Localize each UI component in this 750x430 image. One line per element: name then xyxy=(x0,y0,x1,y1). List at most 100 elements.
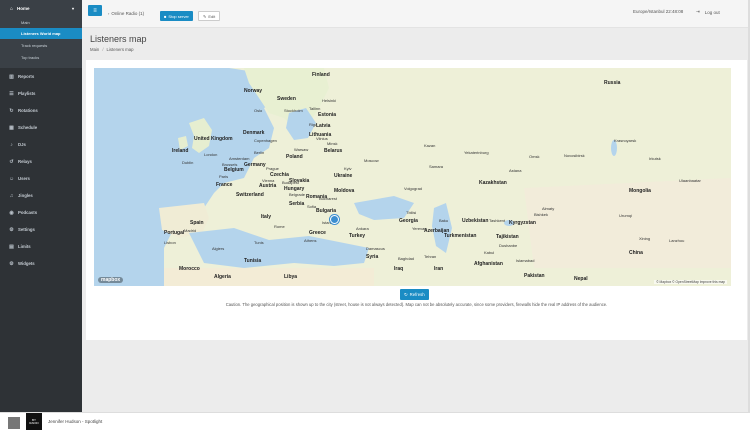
stop-icon: ■ xyxy=(164,13,167,19)
sidebar: ⌂ Home ▾ Main Listeners World map Track … xyxy=(0,0,82,412)
map-label: Libya xyxy=(284,274,298,280)
map-city: Yekaterinburg xyxy=(464,150,489,155)
refresh-label: Refresh xyxy=(409,292,425,297)
now-playing-track: Jennifer Hudson - Spotlight xyxy=(48,419,103,424)
mapbox-logo[interactable]: mapbox xyxy=(98,277,124,283)
edit-label: Edit xyxy=(208,13,216,19)
map-city: Paris xyxy=(219,174,229,179)
map-label: Denmark xyxy=(243,130,265,136)
map-label: Uzbekistan xyxy=(462,218,489,224)
map-label: Bulgaria xyxy=(316,208,337,214)
map-city: Oslo xyxy=(254,108,263,113)
chevron-right-icon: › xyxy=(108,11,110,16)
map-city: Bishkek xyxy=(534,212,549,217)
map-label: United Kingdom xyxy=(194,136,233,142)
radio-selector[interactable]: › Online Radio (1) xyxy=(108,11,144,16)
sidebar-item-djs[interactable]: ♪ DJs xyxy=(0,137,82,152)
map-city: Bucharest xyxy=(319,196,338,201)
map-label: Russia xyxy=(604,80,621,86)
sidebar-item-playlists[interactable]: ☰ Playlists xyxy=(0,86,82,101)
map-label: Mongolia xyxy=(629,188,651,194)
map-city: Urumqi xyxy=(619,213,632,218)
map-city: Algiers xyxy=(212,246,225,251)
timezone-clock: Europe/Istanbul 22:48:08 xyxy=(633,9,684,14)
map-city: Volgograd xyxy=(404,186,423,191)
logout-icon: ⇥ xyxy=(696,9,700,14)
sidebar-item-label: Podcasts xyxy=(18,210,38,215)
limits-icon: ▤ xyxy=(9,243,14,250)
sidebar-item-home[interactable]: ⌂ Home ▾ xyxy=(0,1,82,16)
stop-server-button[interactable]: ■ Stop server xyxy=(160,11,193,21)
sidebar-sub-track-requests[interactable]: Track requests xyxy=(0,40,82,51)
map-city: Xining xyxy=(639,236,651,241)
map-label: Germany xyxy=(244,162,266,168)
calendar-icon: ▦ xyxy=(9,124,14,131)
map-city: Baghdad xyxy=(398,256,415,261)
sidebar-item-label: Widgets xyxy=(18,261,35,266)
map-label: Spain xyxy=(190,220,204,226)
edit-icon: ✎ xyxy=(203,13,207,19)
sidebar-sub-world-map[interactable]: Listeners World map xyxy=(0,28,82,39)
sidebar-item-schedule[interactable]: ▦ Schedule xyxy=(0,120,82,135)
map-city: Dublin xyxy=(182,160,194,165)
map-city: Krasnoyarsk xyxy=(614,138,637,143)
sidebar-item-widgets[interactable]: ⚙ Widgets xyxy=(0,256,82,271)
sidebar-item-label: Jingles xyxy=(18,193,33,198)
logout-link[interactable]: ⇥ Log out xyxy=(696,9,720,15)
map-city: Tallinn xyxy=(309,106,321,111)
chevron-down-icon: ▾ xyxy=(71,6,74,11)
sidebar-item-users[interactable]: ☺ Users xyxy=(0,171,82,186)
sidebar-item-settings[interactable]: ⚙ Settings xyxy=(0,222,82,237)
world-map[interactable]: Finland Russia Norway Sweden Estonia Lat… xyxy=(94,68,731,286)
map-label: Nepal xyxy=(574,276,588,282)
map-label: Italy xyxy=(261,214,272,220)
sidebar-item-rotations[interactable]: ↻ Rotations xyxy=(0,103,82,118)
map-city: Omsk xyxy=(529,154,540,159)
menu-toggle-button[interactable]: ≡ xyxy=(88,5,102,16)
breadcrumb-main[interactable]: Main xyxy=(90,47,99,52)
map-label: Poland xyxy=(286,154,303,160)
main-content: Listeners map Main / Listeners map Finla… xyxy=(82,28,750,412)
sidebar-sub-top-tracks[interactable]: Top tracks xyxy=(0,52,82,63)
radio-name: Online Radio (1) xyxy=(111,11,145,16)
map-label: Syria xyxy=(366,254,379,260)
map-label: Iraq xyxy=(394,266,404,272)
map-city: Budapest xyxy=(282,180,299,185)
sidebar-item-relays[interactable]: ↺ Relays xyxy=(0,154,82,169)
map-city: Novosibirsk xyxy=(564,153,585,158)
map-city: Athens xyxy=(304,238,317,243)
map-label: Georgia xyxy=(399,218,418,224)
map-city: Copenhagen xyxy=(254,138,277,143)
map-city: Irkutsk xyxy=(649,156,661,161)
edit-button[interactable]: ✎ Edit xyxy=(198,11,221,21)
map-label: Serbia xyxy=(289,201,305,207)
album-art: BY RADIO xyxy=(26,413,42,430)
map-label: Kyrgyzstan xyxy=(509,220,536,226)
map-attribution[interactable]: © Mapbox © OpenStreetMap Improve this ma… xyxy=(654,280,727,284)
sidebar-sub-label: Top tracks xyxy=(21,55,40,60)
sidebar-item-label: Rotations xyxy=(18,108,38,113)
refresh-icon: ↻ xyxy=(9,107,14,114)
sidebar-item-podcasts[interactable]: ◉ Podcasts xyxy=(0,205,82,220)
map-label: Ukraine xyxy=(334,173,353,179)
map-city: Tbilisi xyxy=(406,210,417,215)
map-city: Warsaw xyxy=(294,147,309,152)
map-panel: Finland Russia Norway Sweden Estonia Lat… xyxy=(86,60,747,340)
users-icon: ☺ xyxy=(8,175,15,182)
sidebar-item-label: Limits xyxy=(18,244,31,249)
refresh-button[interactable]: ↻ Refresh xyxy=(400,289,429,300)
sidebar-item-label: Users xyxy=(18,176,30,181)
hamburger-icon: ≡ xyxy=(93,7,97,14)
player-cover[interactable] xyxy=(8,417,20,429)
map-city: Minsk xyxy=(327,141,338,146)
sidebar-sub-main[interactable]: Main xyxy=(0,17,82,28)
map-city: Baku xyxy=(439,218,449,223)
map-city: Almaty xyxy=(542,206,555,211)
map-city: Sofia xyxy=(307,204,317,209)
sidebar-item-jingles[interactable]: ♫ Jingles xyxy=(0,188,82,203)
map-city: Madrid xyxy=(184,228,197,233)
sidebar-item-reports[interactable]: ▥ Reports xyxy=(0,69,82,84)
listener-marker[interactable] xyxy=(330,215,339,224)
map-label: Tunisia xyxy=(244,258,262,264)
sidebar-item-limits[interactable]: ▤ Limits xyxy=(0,239,82,254)
